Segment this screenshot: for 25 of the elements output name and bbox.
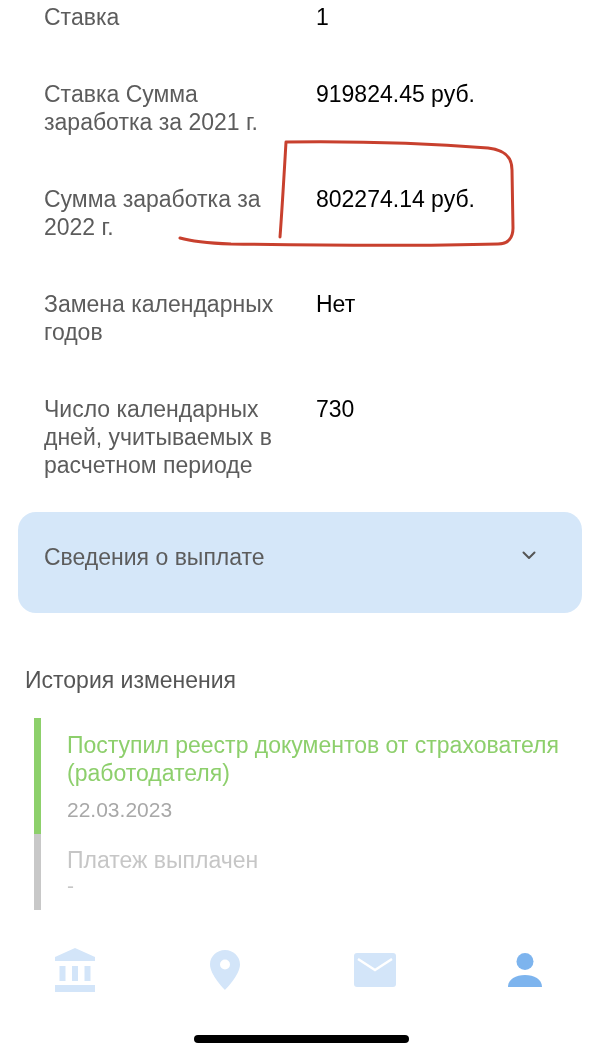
field-label: Число календарных дней, учитываемых в расчетном периоде [44, 395, 273, 479]
field-value: 730 [316, 395, 355, 423]
field-value: Нет [316, 290, 356, 318]
mail-icon [354, 953, 396, 987]
map-tab[interactable] [210, 950, 240, 990]
event-date: - [67, 874, 74, 898]
bank-tab[interactable] [55, 948, 95, 992]
field-value: 1 [316, 3, 329, 31]
field-label: Сумма заработка за 2022 г. [44, 185, 262, 241]
event-title: Платеж выплачен [67, 846, 259, 874]
field-label: Замена календарных годов [44, 290, 275, 346]
history-heading: История изменения [25, 666, 237, 694]
payment-info-accordion[interactable]: Сведения о выплате [18, 512, 582, 613]
map-pin-icon [210, 950, 240, 990]
event-date: 22.03.2023 [67, 797, 173, 823]
bank-icon [55, 948, 95, 992]
mail-tab[interactable] [354, 953, 396, 987]
field-label: Ставка [44, 3, 121, 31]
field-value: 919824.45 руб. [316, 80, 475, 108]
field-label: Ставка Сумма заработка за 2021 г. [44, 80, 259, 136]
event-title: Поступил реестр документов от страхователя (работодателя) [67, 731, 560, 787]
person-icon [508, 953, 542, 987]
profile-tab[interactable] [508, 953, 542, 987]
field-value: 802274.14 руб. [316, 185, 475, 213]
chevron-icon [522, 551, 536, 560]
